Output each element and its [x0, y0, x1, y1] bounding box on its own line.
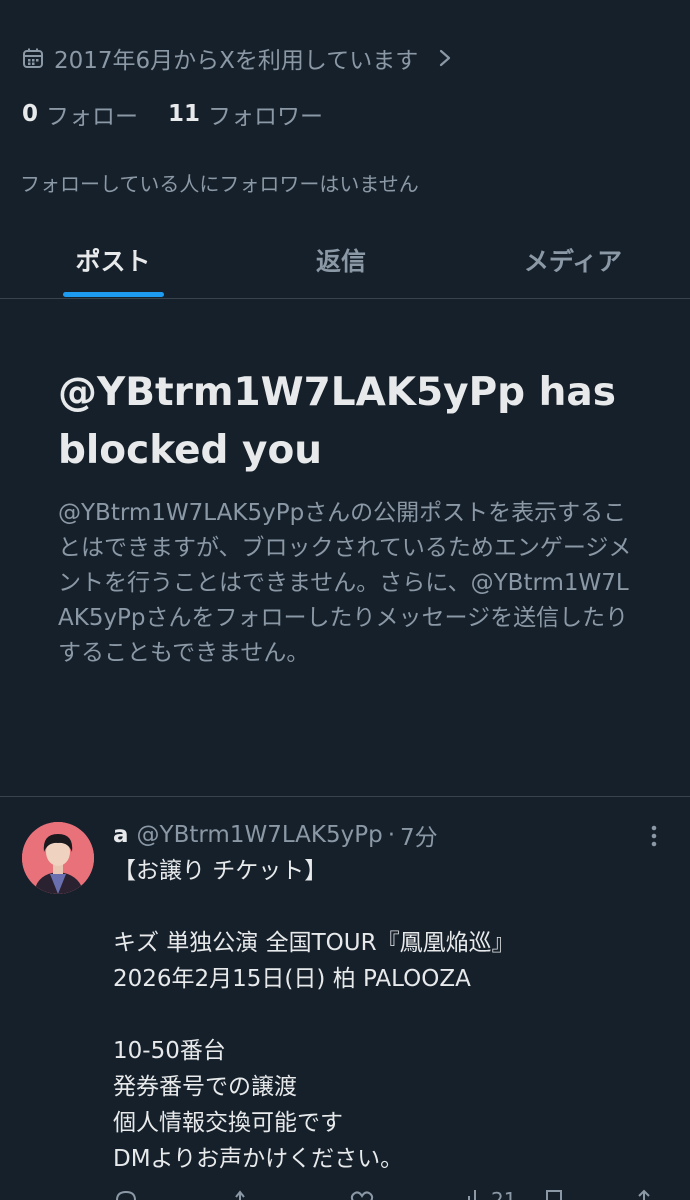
post-line: キズ 単独公演 全国TOUR『鳳凰焔巡』	[113, 930, 515, 956]
post-line: 【お譲り チケット】	[113, 858, 328, 884]
profile-tabs: ポスト 返信 メディア	[0, 222, 690, 299]
post-line: 2026年2月15日(日) 柏 PALOOZA	[113, 966, 471, 992]
active-tab-indicator	[63, 292, 164, 297]
views-count: 21	[491, 1188, 517, 1200]
post-line: 発券番号での譲渡	[113, 1074, 297, 1100]
following-label: フォロー	[46, 104, 139, 130]
tab-media[interactable]: メディア	[508, 222, 638, 298]
divider	[0, 796, 690, 797]
reply-icon[interactable]	[113, 1188, 139, 1200]
following-link[interactable]: 0 フォロー	[22, 97, 138, 131]
following-count: 0	[22, 101, 39, 127]
more-vertical-icon	[651, 824, 657, 852]
tab-replies[interactable]: 返信	[276, 222, 406, 298]
mutual-followers-text: フォローしている人にフォロワーはいません	[20, 172, 419, 196]
post-text: 【お譲り チケット】 キズ 単独公演 全国TOUR『鳳凰焔巡』 2026年2月1…	[113, 853, 673, 1177]
post-author-handle[interactable]: @YBtrm1W7LAK5yPp	[137, 822, 383, 848]
blocked-description: @YBtrm1W7LAK5yPpさんの公開ポストを表示することはできますが、ブロ…	[58, 500, 632, 666]
like-icon[interactable]	[349, 1188, 375, 1200]
post-author-name[interactable]: a	[113, 822, 129, 848]
share-icon[interactable]	[633, 1188, 655, 1200]
post-line: 10-50番台	[113, 1038, 226, 1064]
post-line: DMよりお声かけください。	[113, 1146, 404, 1172]
post-timestamp[interactable]: 7分	[400, 818, 438, 852]
more-options-button[interactable]	[640, 820, 668, 856]
followers-label: フォロワー	[208, 104, 324, 130]
separator-dot: ·	[387, 822, 396, 848]
joined-date-text: 2017年6月からXを利用しています	[54, 48, 419, 74]
followers-count: 11	[168, 101, 201, 127]
tab-posts[interactable]: ポスト	[48, 222, 178, 298]
chevron-right-icon	[438, 48, 452, 68]
bookmark-icon[interactable]	[543, 1188, 565, 1200]
blocked-title: @YBtrm1W7LAK5yPp has blocked you	[58, 370, 616, 473]
follow-counts: 0 フォロー 11 フォロワー	[22, 96, 323, 132]
views-button[interactable]: 21	[465, 1188, 516, 1200]
joined-date-row[interactable]: 2017年6月からXを利用しています	[22, 40, 452, 76]
post-header: a @YBtrm1W7LAK5yPp · 7分	[113, 816, 438, 854]
followers-link[interactable]: 11 フォロワー	[168, 97, 323, 131]
avatar[interactable]	[22, 822, 94, 894]
views-icon	[465, 1188, 485, 1200]
calendar-icon	[22, 47, 44, 69]
repost-icon[interactable]	[233, 1188, 259, 1200]
post-line: 個人情報交換可能です	[113, 1110, 343, 1136]
post-action-bar: 21	[113, 1188, 673, 1200]
